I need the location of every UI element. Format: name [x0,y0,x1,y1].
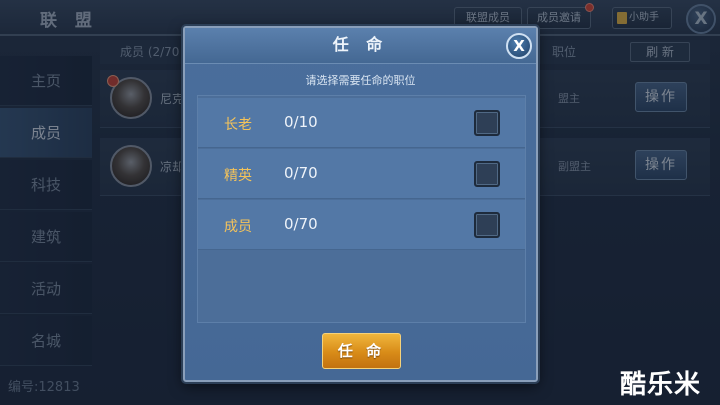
position-list: 长老 0/10 精英 0/70 成员 0/70 [197,95,526,323]
position-checkbox[interactable] [474,110,500,136]
appoint-confirm-button[interactable]: 任 命 [322,333,401,369]
position-name: 长老 [224,117,252,133]
position-checkbox[interactable] [474,212,500,238]
position-row-elite[interactable]: 精英 0/70 [198,149,525,199]
dialog-title: 任 命 [332,35,389,54]
position-count: 0/10 [284,113,318,131]
appoint-dialog: 任 命 X 请选择需要任命的职位 长老 0/10 精英 0/70 成员 0/70… [183,26,538,382]
dialog-close-button[interactable]: X [506,33,532,59]
position-checkbox[interactable] [474,161,500,187]
dialog-header: 任 命 X [185,28,536,64]
position-name: 精英 [224,168,252,184]
position-count: 0/70 [284,164,318,182]
position-row-member[interactable]: 成员 0/70 [198,200,525,250]
watermark-logo: 酷乐米 [620,370,702,400]
position-name: 成员 [224,219,252,235]
dialog-prompt: 请选择需要任命的职位 [305,74,416,87]
position-row-elder[interactable]: 长老 0/10 [198,98,525,148]
position-count: 0/70 [284,215,318,233]
